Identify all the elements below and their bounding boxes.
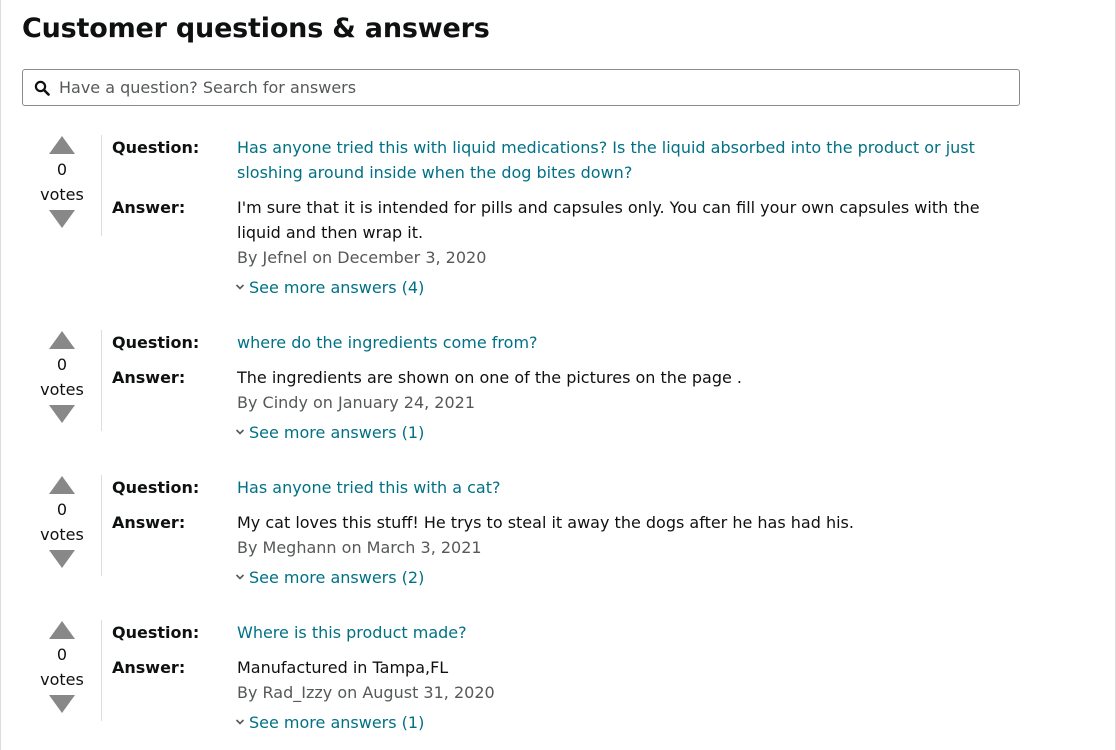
vote-up-arrow-icon[interactable]	[48, 475, 76, 495]
answer-byline: By Jefnel on December 3, 2020	[237, 248, 487, 267]
vote-label: votes	[40, 525, 84, 544]
vote-label: votes	[40, 670, 84, 689]
vote-widget: 0 votes	[30, 135, 94, 229]
search-input[interactable]	[59, 70, 1009, 105]
answer-label: Answer:	[112, 368, 186, 387]
vote-divider	[101, 330, 102, 431]
chevron-down-icon	[235, 429, 245, 435]
see-more-answers-link[interactable]: See more answers (4)	[235, 275, 424, 300]
vote-count: 0	[56, 500, 68, 519]
vote-up-arrow-icon[interactable]	[48, 620, 76, 640]
see-more-answers-link[interactable]: See more answers (2)	[235, 565, 424, 590]
answer-text: Manufactured in Tampa,FL	[237, 658, 449, 677]
vote-down-arrow-icon[interactable]	[48, 209, 76, 229]
vote-divider	[101, 135, 102, 236]
vote-divider	[101, 620, 102, 721]
chevron-down-icon	[235, 284, 245, 290]
see-more-answers-label: See more answers (1)	[249, 423, 425, 442]
vote-count: 0	[56, 355, 68, 374]
chevron-down-icon	[235, 719, 245, 725]
answer-label: Answer:	[112, 198, 186, 217]
answer-byline: By Cindy on January 24, 2021	[237, 393, 476, 412]
see-more-answers-link[interactable]: See more answers (1)	[235, 710, 424, 735]
see-more-answers-link[interactable]: See more answers (1)	[235, 420, 424, 445]
vote-widget: 0 votes	[30, 620, 94, 714]
vote-up-arrow-icon[interactable]	[48, 135, 76, 155]
vote-divider	[101, 475, 102, 576]
question-link[interactable]: Where is this product made?	[237, 620, 1027, 645]
answer-byline: By Meghann on March 3, 2021	[237, 538, 482, 557]
vote-label: votes	[40, 185, 84, 204]
vote-up-arrow-icon[interactable]	[48, 330, 76, 350]
chevron-down-icon	[235, 574, 245, 580]
search-box[interactable]	[22, 69, 1020, 106]
question-label: Question:	[112, 138, 200, 157]
question-link[interactable]: where do the ingredients come from?	[237, 330, 1027, 355]
vote-label: votes	[40, 380, 84, 399]
question-link[interactable]: Has anyone tried this with liquid medica…	[237, 135, 1027, 185]
question-link[interactable]: Has anyone tried this with a cat?	[237, 475, 1027, 500]
answer-label: Answer:	[112, 658, 186, 677]
question-label: Question:	[112, 478, 200, 497]
vote-count: 0	[56, 645, 68, 664]
vote-widget: 0 votes	[30, 330, 94, 424]
see-more-answers-label: See more answers (4)	[249, 278, 425, 297]
left-border	[0, 0, 1, 750]
search-icon	[34, 80, 50, 96]
question-label: Question:	[112, 333, 200, 352]
answer-label: Answer:	[112, 513, 186, 532]
page-title: Customer questions & answers	[22, 13, 490, 44]
answer-text: My cat loves this stuff! He trys to stea…	[237, 513, 854, 532]
vote-widget: 0 votes	[30, 475, 94, 569]
see-more-answers-label: See more answers (1)	[249, 713, 425, 732]
question-label: Question:	[112, 623, 200, 642]
vote-down-arrow-icon[interactable]	[48, 694, 76, 714]
vote-down-arrow-icon[interactable]	[48, 404, 76, 424]
answer-byline: By Rad_Izzy on August 31, 2020	[237, 683, 495, 702]
answer-text: I'm sure that it is intended for pills a…	[237, 198, 980, 242]
answer-text: The ingredients are shown on one of the …	[237, 368, 742, 387]
vote-count: 0	[56, 160, 68, 179]
vote-down-arrow-icon[interactable]	[48, 549, 76, 569]
see-more-answers-label: See more answers (2)	[249, 568, 425, 587]
